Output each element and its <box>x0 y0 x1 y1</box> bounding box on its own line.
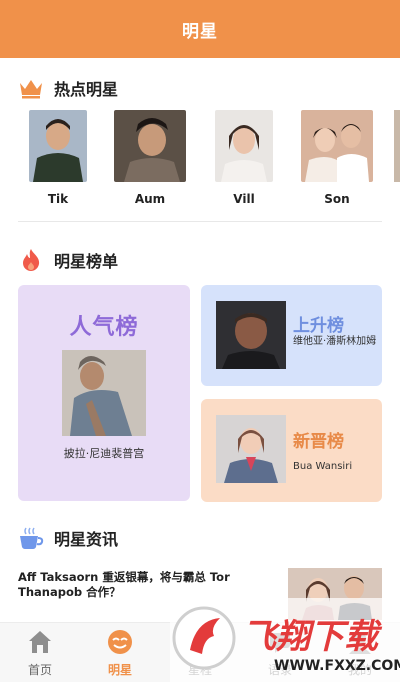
section-divider <box>18 221 382 222</box>
svg-text:飞翔下载: 飞翔下载 <box>242 617 383 657</box>
tab-label: 首页 <box>27 663 52 677</box>
app-header: 明星 <box>0 0 400 58</box>
new-star-photo <box>216 415 286 483</box>
star-photo <box>114 110 186 182</box>
star-name: Aum <box>134 192 166 206</box>
star-name: Vill <box>233 192 255 206</box>
new-ranking-card[interactable]: 新晋榜 Bua Wansiri <box>201 399 382 502</box>
star-photo <box>29 110 87 182</box>
home-icon <box>29 631 51 653</box>
news-headline: Aff Taksaorn 重返银幕，将与霸总 Tor Thanapob 合作？ <box>18 570 230 599</box>
star-face-icon <box>108 630 132 654</box>
rankings-title: 明星榜单 <box>54 252 119 271</box>
rising-ranking-card[interactable]: 上升榜 维他亚·潘斯林加姆 <box>201 285 382 386</box>
star-card-son[interactable]: Son <box>301 110 373 206</box>
hot-stars-title: 热点明星 <box>54 80 119 99</box>
rising-ranking-title: 上升榜 <box>293 316 344 336</box>
coffee-cup-icon <box>18 525 44 551</box>
popular-star-photo <box>62 350 146 436</box>
tab-stars[interactable]: 明星 <box>80 623 160 682</box>
star-name: Tik <box>47 192 69 206</box>
star-name: Son <box>324 192 350 206</box>
tab-label: 明星 <box>107 663 132 677</box>
popular-ranking-title: 人气榜 <box>69 315 139 340</box>
rising-star-photo <box>216 301 286 369</box>
rankings-header: 明星榜单 <box>18 247 118 273</box>
news-title: 明星资讯 <box>54 530 119 549</box>
new-star-name: Bua Wansiri <box>293 461 353 472</box>
news-header: 明星资讯 <box>18 525 118 551</box>
hot-stars-row: Tik Aum Vill Son <box>24 110 400 206</box>
popular-star-name: 披拉·尼迪裴普宫 <box>63 447 145 460</box>
flame-icon <box>18 247 44 273</box>
rising-star-name: 维他亚·潘斯林加姆 <box>293 336 377 347</box>
star-photo <box>301 110 373 182</box>
hot-stars-header: 热点明星 <box>18 75 118 101</box>
star-photo <box>215 110 273 182</box>
crown-icon <box>18 75 44 101</box>
fxxz-watermark-logo: 飞翔下载 WWW.FXXZ.COM <box>170 598 400 682</box>
svg-text:WWW.FXXZ.COM: WWW.FXXZ.COM <box>274 658 400 674</box>
star-card-tik[interactable]: Tik <box>28 110 88 206</box>
page-title: 明星 <box>182 21 218 42</box>
star-card-vill[interactable]: Vill <box>214 110 274 206</box>
star-card-aum[interactable]: Aum <box>114 110 186 206</box>
tab-home[interactable]: 首页 <box>0 623 80 682</box>
new-ranking-title: 新晋榜 <box>293 432 344 452</box>
next-star-peek <box>394 110 400 182</box>
popular-ranking-card[interactable]: 人气榜 披拉·尼迪裴普宫 <box>18 285 190 501</box>
